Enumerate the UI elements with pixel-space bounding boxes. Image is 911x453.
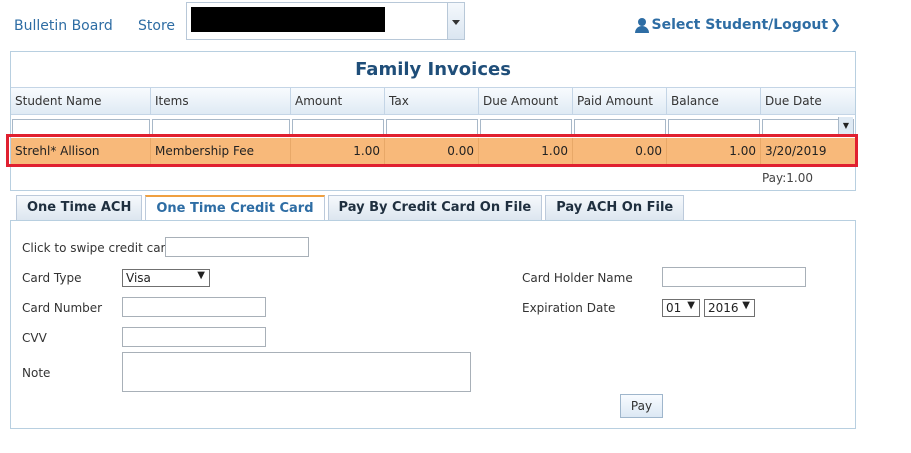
redacted-name bbox=[191, 7, 385, 32]
col-balance[interactable]: Balance bbox=[667, 88, 761, 114]
chevron-down-icon[interactable] bbox=[447, 3, 464, 39]
selection-highlight bbox=[6, 134, 858, 167]
exp-month-value: 01 bbox=[666, 301, 682, 315]
exp-year-value: 2016 bbox=[708, 301, 739, 315]
exp-year-select[interactable]: 2016 ▼ bbox=[704, 299, 755, 317]
dropdown-arrow-icon: ▼ bbox=[197, 270, 205, 281]
col-student-name[interactable]: Student Name bbox=[11, 88, 151, 114]
payment-tabs: One Time ACH One Time Credit Card Pay By… bbox=[16, 195, 685, 222]
col-amount[interactable]: Amount bbox=[291, 88, 385, 114]
pay-button[interactable]: Pay bbox=[620, 394, 663, 418]
user-menu-label: Select Student/Logout bbox=[651, 17, 829, 33]
credit-card-panel: Click to swipe credit card Card Type Vis… bbox=[10, 220, 856, 429]
expiration-label: Expiration Date bbox=[522, 301, 616, 315]
student-select[interactable] bbox=[186, 2, 465, 40]
col-due-amount[interactable]: Due Amount bbox=[479, 88, 573, 114]
store-link[interactable]: Store bbox=[138, 18, 175, 34]
grid-title: Family Invoices bbox=[355, 59, 511, 80]
exp-month-select[interactable]: 01 ▼ bbox=[662, 299, 700, 317]
chevron-down-icon[interactable]: ▼ bbox=[838, 117, 853, 134]
tab-pay-ach-on-file[interactable]: Pay ACH On File bbox=[545, 195, 685, 221]
note-label: Note bbox=[22, 366, 51, 380]
cvv-label: CVV bbox=[22, 331, 47, 345]
swipe-input[interactable] bbox=[165, 237, 309, 257]
dropdown-arrow-icon: ▼ bbox=[687, 300, 695, 311]
col-items[interactable]: Items bbox=[151, 88, 291, 114]
family-invoices-grid: Family Invoices Student Name Items Amoun… bbox=[10, 51, 856, 191]
pay-total: Pay:1.00 bbox=[761, 171, 813, 185]
filter-row: ▼ bbox=[11, 115, 855, 136]
card-type-select[interactable]: Visa ▼ bbox=[122, 269, 210, 287]
col-paid-amount[interactable]: Paid Amount bbox=[573, 88, 667, 114]
card-type-label: Card Type bbox=[22, 271, 82, 285]
user-icon bbox=[635, 17, 650, 33]
tab-one-time-ach[interactable]: One Time ACH bbox=[16, 195, 143, 221]
chevron-down-icon: ❯ bbox=[830, 17, 841, 33]
col-due-date[interactable]: Due Date bbox=[761, 88, 855, 114]
card-holder-label: Card Holder Name bbox=[522, 271, 633, 285]
select-student-logout-menu[interactable]: Select Student/Logout ❯ bbox=[635, 17, 841, 33]
swipe-label: Click to swipe credit card bbox=[22, 241, 173, 255]
grid-header: Student Name Items Amount Tax Due Amount… bbox=[11, 87, 855, 115]
dropdown-arrow-icon: ▼ bbox=[742, 300, 750, 311]
cvv-input[interactable] bbox=[122, 327, 266, 347]
col-tax[interactable]: Tax bbox=[385, 88, 479, 114]
note-textarea[interactable] bbox=[122, 352, 471, 392]
tab-one-time-credit-card[interactable]: One Time Credit Card bbox=[145, 195, 325, 222]
card-holder-input[interactable] bbox=[662, 267, 806, 287]
bulletin-board-link[interactable]: Bulletin Board bbox=[14, 18, 113, 34]
card-type-value: Visa bbox=[126, 271, 151, 285]
card-number-label: Card Number bbox=[22, 301, 103, 315]
card-number-input[interactable] bbox=[122, 297, 266, 317]
tab-pay-by-credit-card-on-file[interactable]: Pay By Credit Card On File bbox=[327, 195, 543, 221]
